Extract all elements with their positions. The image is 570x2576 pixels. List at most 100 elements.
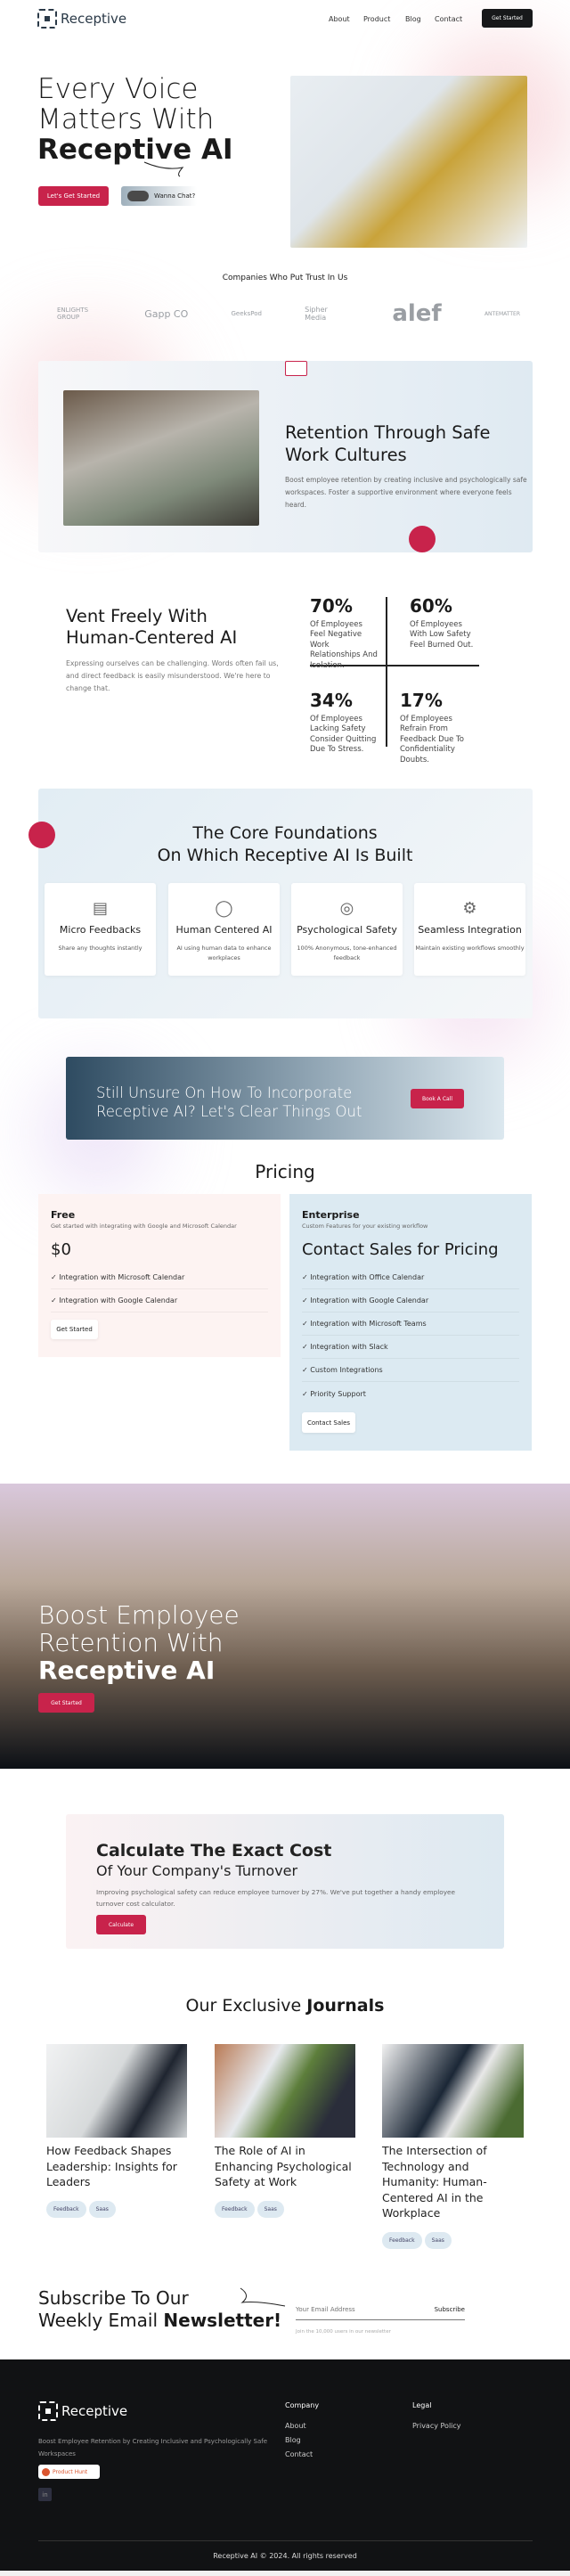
footer-heading: Legal bbox=[412, 2401, 432, 2409]
core-title-line: The Core Foundations bbox=[192, 823, 378, 843]
avatars-icon bbox=[127, 191, 149, 201]
footer-link-about[interactable]: About bbox=[285, 2422, 319, 2430]
boost-line: Retention With bbox=[38, 1628, 224, 1657]
divider bbox=[386, 597, 387, 747]
calculate-button[interactable]: Calculate bbox=[96, 1915, 146, 1934]
page-bottom bbox=[0, 2571, 570, 2576]
tag[interactable]: Feedback bbox=[382, 2231, 422, 2249]
nav-contact[interactable]: Contact bbox=[435, 15, 462, 23]
cta-line: Receptive AI? Let's Clear Things Out bbox=[96, 1103, 362, 1120]
pricing-card-free: Free Get started with integrating with G… bbox=[38, 1194, 281, 1357]
newsletter-note: Join the 10,000 users in our newsletter bbox=[296, 2329, 391, 2335]
feature-card: ◯ Human Centered AI AI using human data to… bbox=[168, 883, 280, 976]
stat-item: 17% Of Employees Refrain From Feedback Du… bbox=[400, 690, 464, 765]
logo-strip: ENLIGHTS GROUP Gapp CO GeeksPod Sipher M… bbox=[57, 300, 520, 327]
footer-link-privacy[interactable]: Privacy Policy bbox=[412, 2422, 461, 2430]
logo-antematter: ANTEMATTER bbox=[484, 310, 520, 317]
plan-name: Free bbox=[51, 1209, 76, 1221]
feature-card: ⚙ Seamless Integration Maintain existing w… bbox=[414, 883, 525, 976]
core-title-line: On Which Receptive AI Is Built bbox=[157, 846, 413, 865]
newsletter-form: Subscribe bbox=[296, 2299, 465, 2320]
stat-item: 60% Of Employees With Low Safety Feel Bur… bbox=[410, 595, 474, 650]
tag[interactable]: Saas bbox=[424, 2231, 452, 2249]
product-hunt-badge[interactable]: Product Hunt bbox=[38, 2465, 100, 2479]
boost-line: Boost Employee bbox=[38, 1600, 240, 1630]
logo-alef: alef bbox=[392, 300, 442, 327]
office-photo bbox=[63, 390, 259, 526]
headset-icon: ◯ bbox=[215, 899, 233, 918]
calc-title: Calculate The Exact Cost bbox=[96, 1841, 332, 1860]
plan-name: Enterprise bbox=[302, 1209, 360, 1221]
footer-logo[interactable]: Receptive bbox=[38, 2401, 127, 2421]
plan-price: Contact Sales for Pricing bbox=[302, 1240, 499, 1259]
journals-title: Our Exclusive Journals bbox=[185, 1996, 385, 2016]
logo[interactable]: Receptive bbox=[37, 9, 126, 29]
wanna-chat-button[interactable]: Wanna Chat? bbox=[121, 186, 197, 206]
logo-sipher: Sipher Media bbox=[305, 306, 328, 322]
hero-line: Matters With bbox=[37, 103, 215, 135]
footer-link-contact[interactable]: Contact bbox=[285, 2450, 319, 2458]
gears-icon: ⚙ bbox=[462, 899, 477, 918]
decor-dot bbox=[409, 526, 436, 552]
subscribe-button[interactable]: Subscribe bbox=[435, 2306, 465, 2313]
footer-desc: Boost Employee Retention by Creating Inc… bbox=[38, 2438, 268, 2457]
journal-title[interactable]: How Feedback Shapes Leadership: Insights… bbox=[46, 2143, 187, 2190]
retention-body: Boost employee retention by creating inc… bbox=[285, 476, 527, 509]
nav-about[interactable]: About bbox=[329, 15, 350, 23]
journal-card[interactable]: How Feedback Shapes Leadership: Insights… bbox=[46, 2044, 187, 2218]
contact-sales-button[interactable]: Contact Sales bbox=[302, 1412, 355, 1433]
logo-enlights: ENLIGHTS GROUP bbox=[57, 307, 89, 321]
feature-item: ✓ Integration with Office Calendar bbox=[302, 1266, 519, 1289]
stat-item: 34% Of Employees Lacking Safety Consider … bbox=[310, 690, 377, 755]
feature-item: ✓ Integration with Google Calendar bbox=[302, 1289, 519, 1313]
vent-title-line: Vent Freely With bbox=[66, 606, 208, 626]
hero-get-started-button[interactable]: Let's Get Started bbox=[38, 186, 109, 206]
vent-title-line: Human-Centered AI bbox=[66, 627, 238, 648]
product-hunt-icon bbox=[42, 2467, 50, 2476]
tag[interactable]: Saas bbox=[88, 2200, 116, 2218]
journal-title[interactable]: The Intersection of Technology and Human… bbox=[382, 2143, 524, 2221]
vent-body: Expressing ourselves can be challenging.… bbox=[66, 659, 279, 692]
plan-subtitle: Get started with integrating with Google… bbox=[51, 1223, 237, 1230]
feature-item: ✓ Custom Integrations bbox=[302, 1359, 519, 1382]
pricing-title: Pricing bbox=[255, 1161, 315, 1182]
email-input[interactable] bbox=[296, 2305, 411, 2313]
footer-heading: Company bbox=[285, 2401, 320, 2409]
footer-link-blog[interactable]: Blog bbox=[285, 2436, 319, 2444]
journal-card[interactable]: The Intersection of Technology and Human… bbox=[382, 2044, 524, 2249]
tag[interactable]: Feedback bbox=[215, 2200, 255, 2218]
feature-item: ✓ Integration with Slack bbox=[302, 1336, 519, 1359]
feature-item: ✓ Priority Support bbox=[302, 1389, 366, 1398]
feature-card: ▤ Micro Feedbacks Share any thoughts insta… bbox=[45, 883, 156, 976]
copyright: Receptive AI © 2024. All rights reserved bbox=[213, 2552, 357, 2560]
cta-line: Still Unsure On How To Incorporate bbox=[96, 1084, 353, 1101]
squiggle-icon bbox=[143, 161, 184, 177]
tag[interactable]: Feedback bbox=[46, 2200, 86, 2218]
journal-image bbox=[215, 2044, 355, 2138]
badge-label: Product Hunt bbox=[53, 2468, 88, 2475]
hero-line-bold: Receptive AI bbox=[37, 134, 233, 166]
pricing-card-enterprise: Enterprise Custom Features for your exis… bbox=[289, 1194, 532, 1451]
journal-image bbox=[46, 2044, 187, 2138]
cta-text: Still Unsure On How To Incorporate Recep… bbox=[96, 1084, 362, 1121]
hero-team-photo bbox=[290, 76, 527, 248]
hero-line: Every Voice bbox=[37, 73, 199, 105]
boost-get-started-button[interactable]: Get Started bbox=[38, 1693, 94, 1713]
header-get-started-button[interactable]: Get Started bbox=[482, 9, 533, 28]
linkedin-icon[interactable]: in bbox=[38, 2488, 52, 2501]
footer-company: Company About Blog Contact bbox=[285, 2401, 319, 2465]
nav-product[interactable]: Product bbox=[363, 15, 390, 23]
stat-item: 70% Of Employees Feel Negative Work Relat… bbox=[310, 595, 378, 670]
journal-card[interactable]: The Role of AI in Enhancing Psychologica… bbox=[215, 2044, 355, 2218]
plan-subtitle: Custom Features for your existing workfl… bbox=[302, 1223, 428, 1230]
tag[interactable]: Saas bbox=[256, 2200, 284, 2218]
logo-geekspod: GeeksPod bbox=[231, 310, 262, 317]
brand-name: Receptive bbox=[61, 11, 127, 27]
hero-heading: Every Voice Matters With Receptive AI bbox=[37, 74, 232, 165]
nav-blog[interactable]: Blog bbox=[405, 15, 421, 23]
journal-title[interactable]: The Role of AI in Enhancing Psychologica… bbox=[215, 2143, 355, 2190]
chat-label: Wanna Chat? bbox=[154, 192, 196, 200]
vent-title: Vent Freely With Human-Centered AI bbox=[66, 606, 237, 649]
book-call-button[interactable]: Book A Call bbox=[411, 1089, 464, 1108]
free-get-started-button[interactable]: Get Started bbox=[51, 1320, 98, 1339]
